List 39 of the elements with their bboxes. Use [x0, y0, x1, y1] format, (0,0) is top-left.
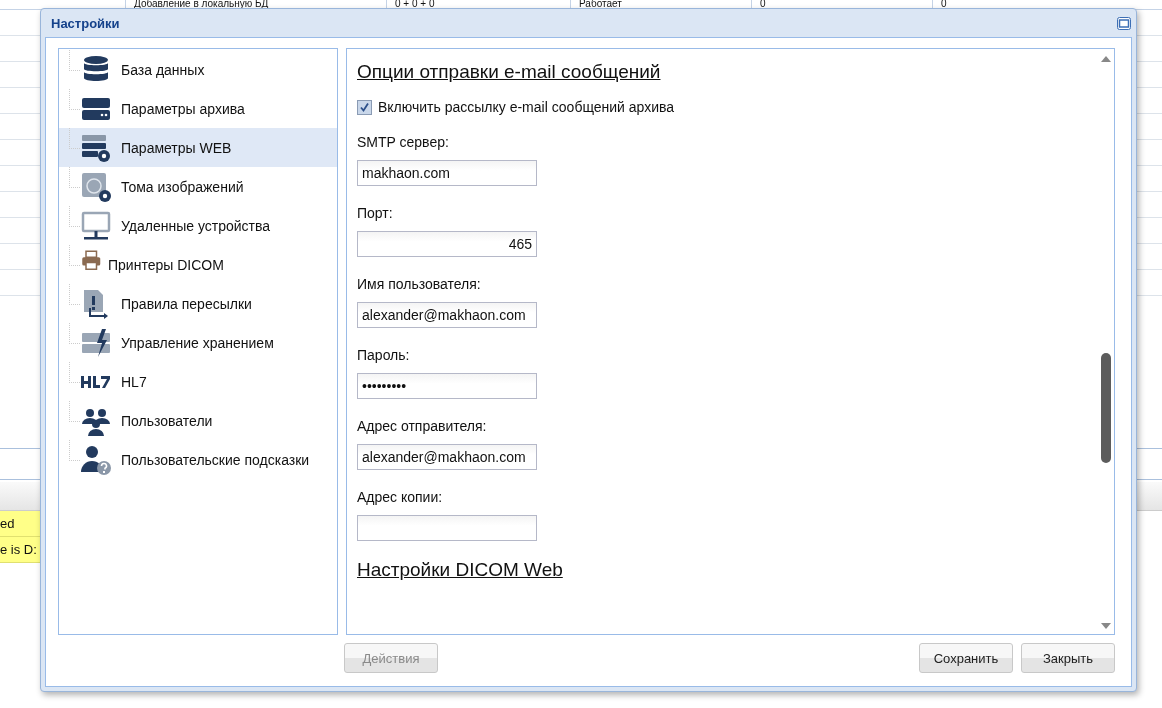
tree-item[interactable]: Удаленные устройства: [59, 206, 337, 245]
checkbox[interactable]: [357, 99, 372, 115]
tree-item[interactable]: Пользователи: [59, 401, 337, 440]
tree-item[interactable]: Тома изображений: [59, 167, 337, 206]
tree-item[interactable]: Параметры WEB: [59, 128, 337, 167]
input-field[interactable]: makhaon.com: [357, 160, 537, 186]
tree-item[interactable]: Управление хранением: [59, 323, 337, 362]
tree-item[interactable]: HL7: [59, 362, 337, 401]
monitor-icon: [80, 209, 112, 242]
log-text: e is D:: [0, 542, 37, 557]
tree-item[interactable]: Параметры архива: [59, 89, 337, 128]
input-field[interactable]: [357, 515, 537, 541]
section-heading: Настройки DICOM Web: [357, 559, 564, 581]
field-label: SMTP сервер:: [357, 134, 450, 150]
tree-item[interactable]: Правила пересылки: [59, 284, 337, 323]
input-field[interactable]: 465: [357, 231, 537, 257]
section-heading: Опции отправки e-mail сообщений: [357, 61, 662, 83]
dialog-button[interactable]: Закрыть: [1021, 643, 1115, 673]
scrollbar-thumb[interactable]: [1101, 353, 1111, 463]
scroll-up-icon[interactable]: [1100, 55, 1112, 63]
field-label: Адрес копии:: [357, 489, 444, 505]
input-field[interactable]: •••••••••: [357, 373, 537, 399]
tree-item[interactable]: Принтеры DICOM: [59, 245, 337, 284]
user-question-icon: [80, 443, 112, 476]
input-field[interactable]: alexander@makhaon.com: [357, 302, 537, 328]
checkbox-label: Включить рассылку e-mail сообщений архива: [378, 99, 675, 115]
scroll-down-icon[interactable]: [1100, 622, 1112, 630]
window-title: Настройки: [51, 15, 120, 31]
input-field[interactable]: alexander@makhaon.com: [357, 444, 537, 470]
field-label: Порт:: [357, 205, 394, 221]
tree-item[interactable]: База данных: [59, 50, 337, 89]
field-label: Имя пользователя:: [357, 276, 482, 292]
tree-item[interactable]: Пользовательские подсказки: [59, 440, 337, 479]
maximize-icon[interactable]: [1117, 16, 1131, 30]
field-label: Пароль:: [357, 347, 411, 363]
field-label: Адрес отправителя:: [357, 418, 488, 434]
dialog-button[interactable]: Сохранить: [919, 643, 1013, 673]
log-text: ed: [0, 516, 15, 531]
drive-bolt-icon: [80, 326, 112, 359]
